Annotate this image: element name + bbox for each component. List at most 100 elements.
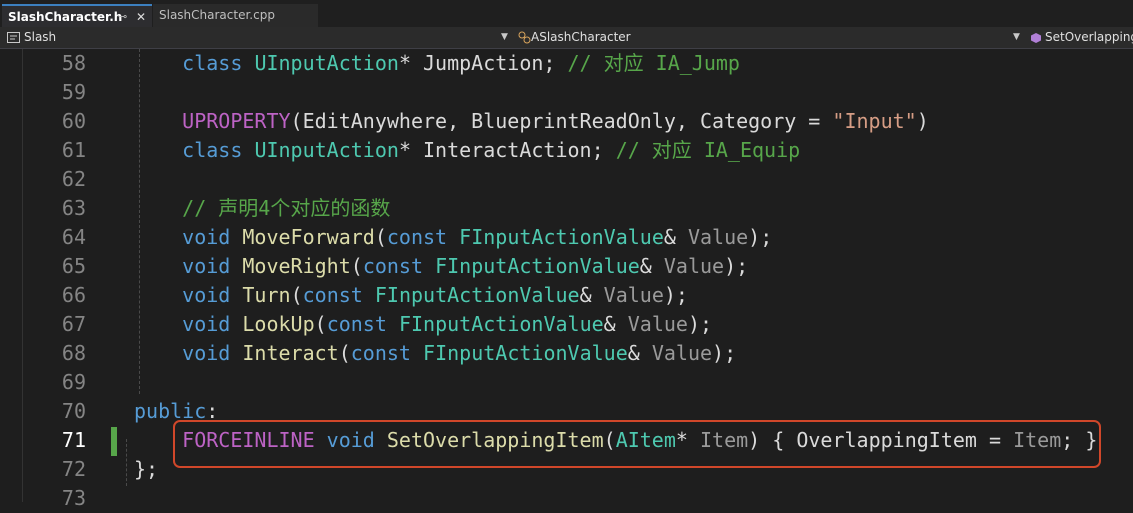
project-dropdown[interactable]: Slash	[7, 27, 56, 48]
line-number: 71	[61, 428, 86, 452]
line-number: 63	[61, 196, 86, 220]
line-number: 59	[61, 80, 86, 104]
code-token: class	[182, 138, 243, 162]
code-token: UInputAction	[254, 51, 399, 75]
tab-label: SlashCharacter.h	[8, 10, 123, 24]
code-token: FInputActionValue	[435, 254, 640, 278]
code-token: void	[182, 283, 231, 307]
navigation-bar: Slash ▼ ASlashCharacter ▼ SetOverlapping…	[0, 27, 1133, 49]
code-token: &	[663, 225, 688, 249]
tab-bar: SlashCharacter.h ⊸ ✕ SlashCharacter.cpp	[0, 0, 1133, 27]
code-line: 58 class UInputAction* JumpAction; // 对应…	[0, 49, 1133, 78]
code-token: Turn	[242, 283, 291, 307]
project-label: Slash	[24, 30, 57, 44]
code-token: const	[386, 225, 448, 249]
code-token: (	[290, 283, 303, 307]
line-number: 70	[61, 399, 86, 423]
member-label: SetOverlappingItem	[1045, 30, 1133, 44]
method-icon	[1031, 32, 1041, 43]
code-token: UInputAction	[254, 138, 399, 162]
code-token: "Input"	[832, 109, 917, 133]
code-token: // 对应 IA_Jump	[567, 51, 740, 75]
tab-label: SlashCharacter.cpp	[159, 8, 275, 22]
code-token: * InteractAction;	[398, 138, 616, 162]
code-token: void	[182, 341, 231, 365]
code-token: Value	[663, 254, 725, 278]
tab-slashcharacter-h[interactable]: SlashCharacter.h ⊸ ✕	[2, 4, 152, 27]
code-token: );	[687, 312, 713, 336]
highlight-box	[173, 420, 1101, 468]
code-token: (	[350, 254, 363, 278]
line-number: 69	[61, 370, 86, 394]
code-line: 59	[0, 78, 1133, 107]
code-token: LookUp	[242, 312, 315, 336]
code-line: 68 void Interact(const FInputActionValue…	[0, 339, 1133, 368]
code-line: 69	[0, 368, 1133, 397]
line-code: };	[134, 455, 158, 484]
code-token: // 声明4个对应的函数	[182, 196, 391, 220]
close-icon[interactable]: ✕	[136, 6, 146, 28]
code-token: UPROPERTY	[182, 109, 291, 133]
code-token: Value	[627, 312, 688, 336]
code-token: // 对应 IA_Equip	[615, 138, 801, 162]
code-token: (	[338, 341, 351, 365]
code-line: 66 void Turn(const FInputActionValue& Va…	[0, 281, 1133, 310]
code-token: Interact	[242, 341, 339, 365]
code-token: &	[627, 341, 652, 365]
line-number: 68	[61, 341, 86, 365]
class-label: ASlashCharacter	[531, 30, 631, 44]
line-code: void Interact(const FInputActionValue& V…	[134, 339, 736, 368]
code-token: );	[724, 254, 749, 278]
line-number: 58	[61, 51, 86, 75]
code-token: (	[374, 225, 387, 249]
code-line: 62	[0, 165, 1133, 194]
code-token: Value	[651, 341, 713, 365]
line-number: 61	[61, 138, 86, 162]
code-token: const	[326, 312, 387, 336]
code-editor[interactable]: 58 class UInputAction* JumpAction; // 对应…	[0, 49, 1133, 510]
chevron-down-icon[interactable]: ▼	[1013, 27, 1020, 48]
code-token: class	[182, 51, 243, 75]
line-code: void Turn(const FInputActionValue& Value…	[134, 281, 688, 310]
code-line: 67 void LookUp(const FInputActionValue& …	[0, 310, 1133, 339]
code-line: 61 class UInputAction* InteractAction; /…	[0, 136, 1133, 165]
code-token: MoveRight	[242, 254, 351, 278]
code-token: FInputActionValue	[398, 312, 604, 336]
code-line: 73	[0, 484, 1133, 513]
code-line: 65 void MoveRight(const FInputActionValu…	[0, 252, 1133, 281]
chevron-down-icon[interactable]: ▼	[501, 27, 508, 48]
code-line: 63 // 声明4个对应的函数	[0, 194, 1133, 223]
code-token: void	[182, 254, 231, 278]
class-dropdown[interactable]: ASlashCharacter	[518, 27, 631, 48]
code-token: const	[350, 341, 411, 365]
code-token: void	[182, 225, 231, 249]
code-token: );	[663, 283, 688, 307]
code-token: (	[314, 312, 327, 336]
code-line: 60 UPROPERTY(EditAnywhere, BlueprintRead…	[0, 107, 1133, 136]
line-code: UPROPERTY(EditAnywhere, BlueprintReadOnl…	[134, 107, 929, 136]
code-token: FInputActionValue	[374, 283, 580, 307]
tab-slashcharacter-cpp[interactable]: SlashCharacter.cpp	[153, 4, 318, 27]
code-token: &	[579, 283, 604, 307]
code-line: 64 void MoveForward(const FInputActionVa…	[0, 223, 1133, 252]
code-token: MoveForward	[242, 225, 375, 249]
line-number: 73	[61, 486, 86, 510]
code-token: Value	[603, 283, 664, 307]
line-code: class UInputAction* JumpAction; // 对应 IA…	[134, 49, 740, 78]
line-code: void MoveForward(const FInputActionValue…	[134, 223, 772, 252]
pin-icon[interactable]: ⊸	[118, 6, 127, 28]
member-dropdown[interactable]: SetOverlappingItem	[1030, 27, 1133, 48]
line-number: 64	[61, 225, 86, 249]
